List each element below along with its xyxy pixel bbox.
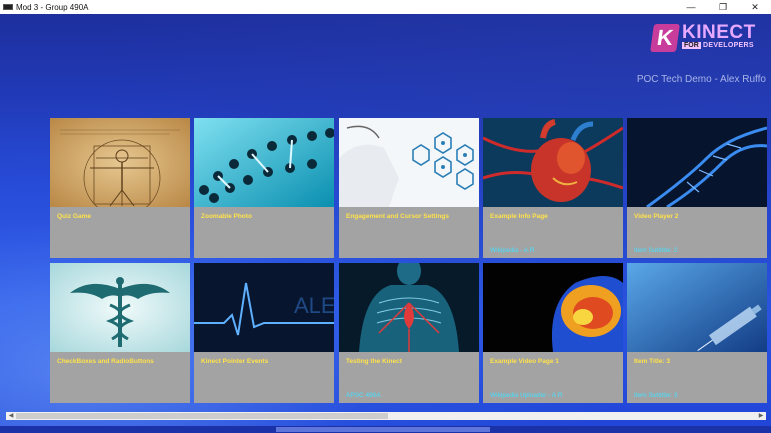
- tile-title: Item Title: 3: [634, 358, 671, 365]
- page-subtitle: POC Tech Demo - Alex Ruffo: [636, 74, 766, 85]
- tile-title: Quiz Game: [57, 213, 91, 220]
- dna-helix-image: [194, 118, 334, 207]
- footer-highlight: [276, 427, 490, 432]
- tile-title: Example Info Page: [490, 213, 548, 220]
- tile-subtitle: Wikipedia Uploader - A.R: [490, 392, 563, 399]
- heart-monitor-alert-image: ALE: [194, 263, 334, 352]
- tile-testing-the-kinect[interactable]: Testing the Kinect APSC 490A: [339, 263, 479, 403]
- kinect-logo-for: FOR: [682, 42, 701, 49]
- scrollbar-track[interactable]: [16, 412, 756, 420]
- blue-dna-image: [627, 118, 767, 207]
- tile-example-video-page-1[interactable]: Example Video Page 1 Wikipedia Uploader …: [483, 263, 623, 403]
- kinect-logo: K KINECT FOR DEVELOPERS: [650, 22, 764, 54]
- close-button[interactable]: ✕: [739, 0, 771, 14]
- tile-title: CheckBoxes and RadioButtons: [57, 358, 154, 365]
- caduceus-image: [50, 263, 190, 352]
- medical-hexagon-icons-image: [339, 118, 479, 207]
- scroll-right-icon[interactable]: ▶: [756, 412, 766, 420]
- scrollbar-thumb[interactable]: [16, 413, 388, 419]
- tile-title: Example Video Page 1: [490, 358, 559, 365]
- kinect-logo-word: KINECT: [682, 22, 756, 43]
- vitruvian-man-image: [50, 118, 190, 207]
- app-icon: [3, 4, 13, 10]
- syringe-image: [627, 263, 767, 352]
- tile-title: Kinect Pointer Events: [201, 358, 269, 365]
- svg-text:ALE: ALE: [294, 293, 334, 318]
- tile-subtitle: Item Subtitle: 2: [634, 247, 678, 254]
- window-title: Mod 3 - Group 490A: [16, 2, 89, 12]
- kinect-logo-badge: K: [650, 24, 680, 52]
- minimize-button[interactable]: —: [675, 0, 707, 14]
- restore-button[interactable]: ❐: [707, 0, 739, 14]
- tile-subtitle: Item Subtitle: 3: [634, 392, 678, 399]
- kinect-logo-developers: DEVELOPERS: [703, 42, 754, 49]
- tile-checkboxes-radiobuttons[interactable]: CheckBoxes and RadioButtons: [50, 263, 190, 403]
- xray-torso-image: [339, 263, 479, 352]
- tile-item-title-3[interactable]: Item Title: 3 Item Subtitle: 3: [627, 263, 767, 403]
- brain-scan-image: [483, 263, 623, 352]
- tile-kinect-pointer-events[interactable]: ALE Kinect Pointer Events: [194, 263, 334, 403]
- tile-quiz-game[interactable]: Quiz Game: [50, 118, 190, 258]
- scroll-left-icon[interactable]: ◀: [6, 412, 16, 420]
- tile-title: Engagement and Cursor Settings: [346, 213, 449, 220]
- tile-example-info-page[interactable]: Example Info Page Wikipedia - A.R: [483, 118, 623, 258]
- tile-video-player-2[interactable]: Video Player 2 Item Subtitle: 2: [627, 118, 767, 258]
- anatomical-heart-image: [483, 118, 623, 207]
- tile-subtitle: Wikipedia - A.R: [490, 247, 535, 254]
- tile-subtitle: APSC 490A: [346, 392, 381, 399]
- tile-title: Testing the Kinect: [346, 358, 402, 365]
- horizontal-scrollbar[interactable]: ◀ ▶: [6, 412, 766, 420]
- tile-title: Video Player 2: [634, 213, 679, 220]
- tile-title: Zoomable Photo: [201, 213, 252, 220]
- footer-strip: [0, 426, 771, 433]
- tile-engagement-settings[interactable]: Engagement and Cursor Settings: [339, 118, 479, 258]
- window-titlebar: Mod 3 - Group 490A — ❐ ✕: [0, 0, 771, 14]
- tile-zoomable-photo[interactable]: Zoomable Photo: [194, 118, 334, 258]
